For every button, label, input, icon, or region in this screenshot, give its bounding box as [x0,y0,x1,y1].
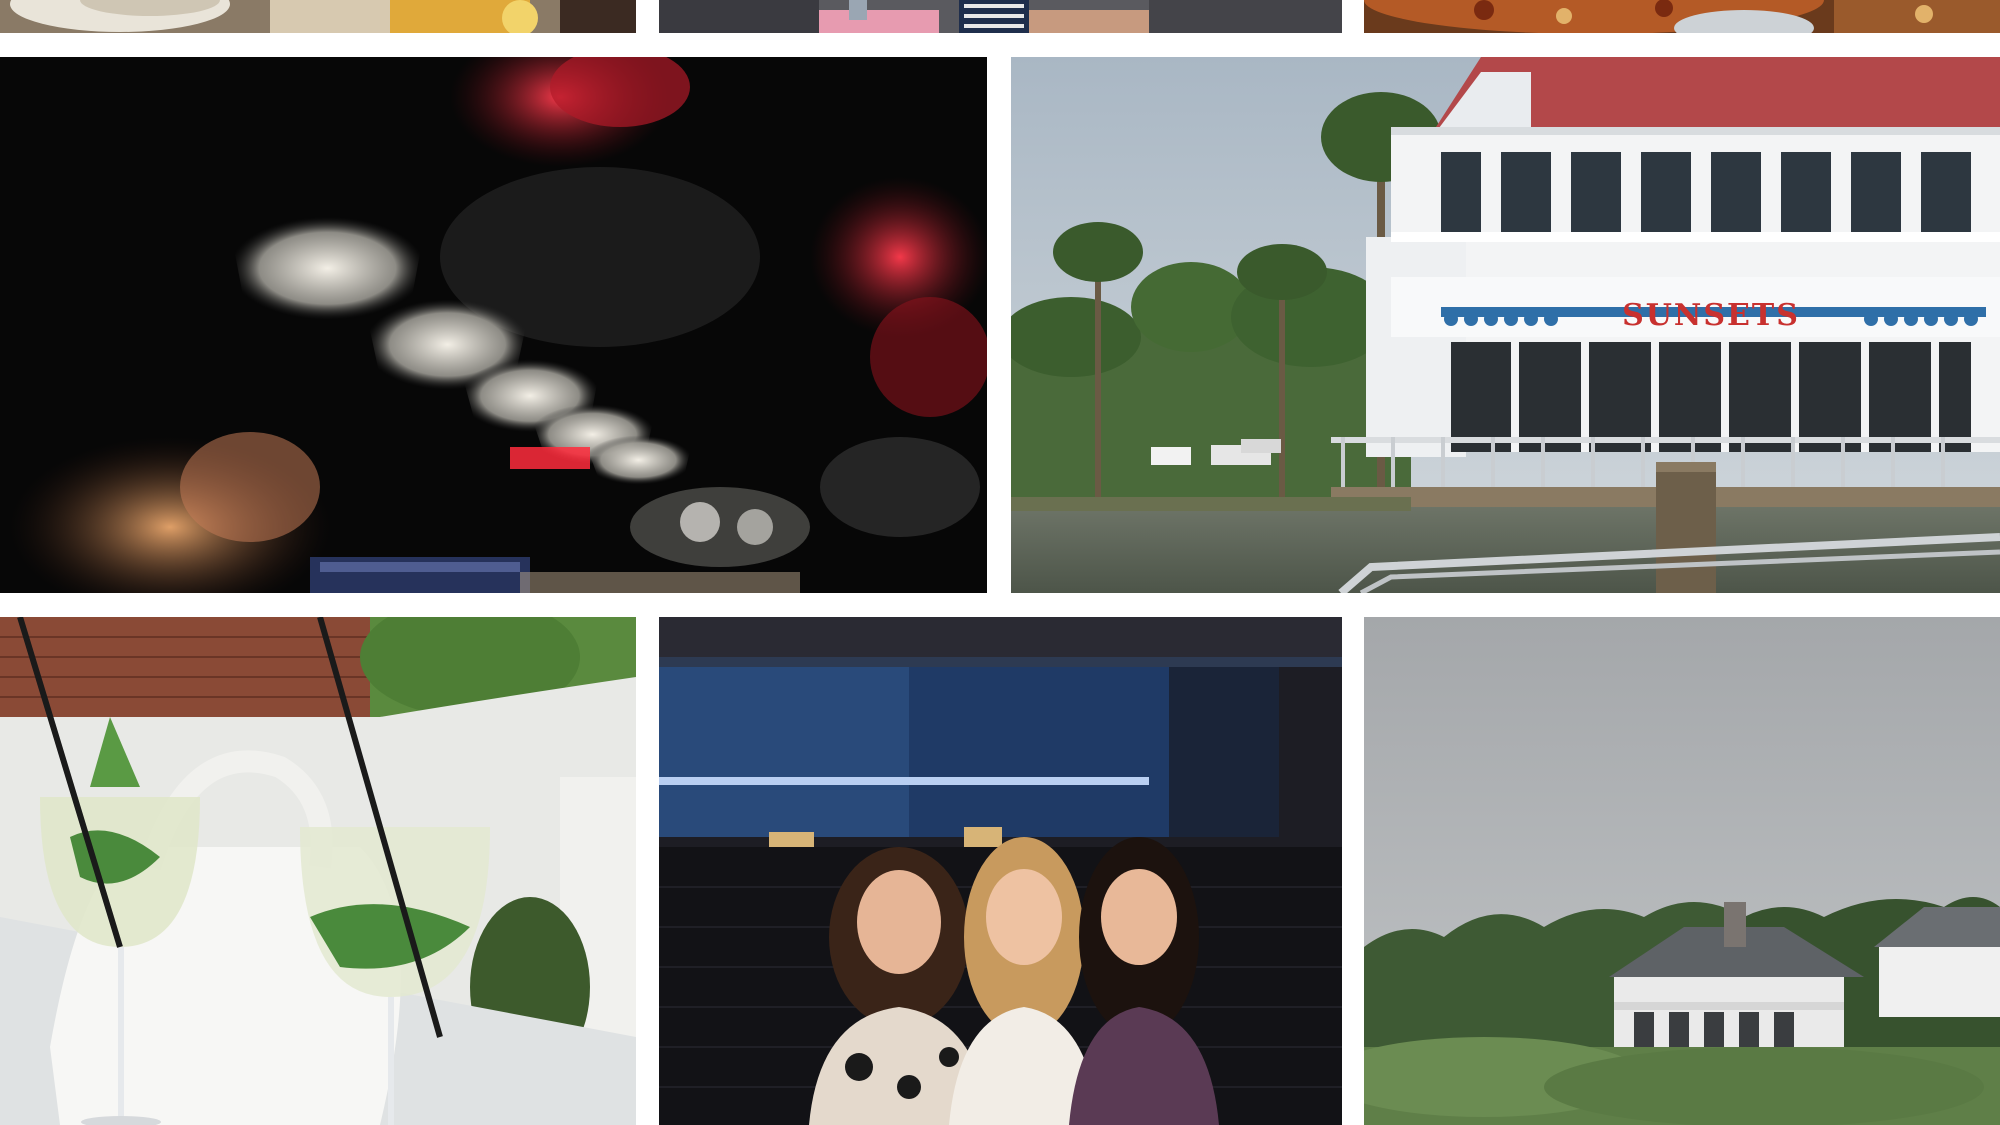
photo-pizza [1364,0,2000,33]
mojito-glasses-image [0,617,636,1125]
photo-car-interior [659,0,1342,33]
marsh-house-image [1364,617,2000,1125]
car-interior-image [659,0,1342,33]
photo-three-friends [659,617,1342,1125]
photo-blurry-bar-lights [0,57,987,593]
photo-waterfront-restaurant: SUNSETS [1011,57,2000,593]
three-friends-image [659,617,1342,1125]
waterfront-restaurant-image: SUNSETS [1011,57,2000,593]
pizza-image [1364,0,2000,33]
blurry-bar-lights-image [0,57,987,593]
photo-drink-table [0,0,636,33]
drink-table-image [0,0,636,33]
restaurant-sign: SUNSETS [1622,298,1800,333]
photo-mojito-glasses [0,617,636,1125]
photo-marsh-house [1364,617,2000,1125]
